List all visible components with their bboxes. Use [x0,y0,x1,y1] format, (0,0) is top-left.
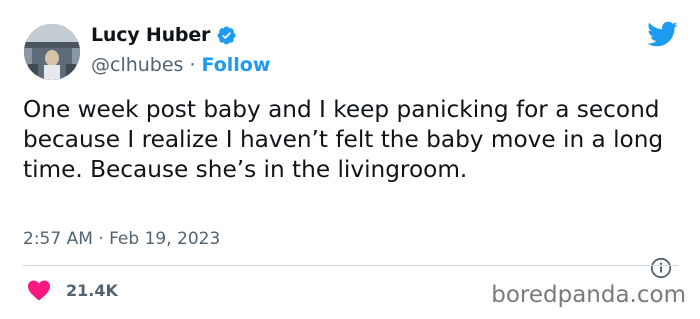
tweet-timestamp[interactable]: 2:57 AM · Feb 19, 2023 [23,229,220,249]
author-name-row: Lucy Huber [91,22,270,48]
tweet-author: Lucy Huber @clhubes · Follow [91,22,270,78]
divider [23,265,678,266]
separator-dot: · [189,54,196,76]
like-action[interactable]: 21.4K [27,279,118,301]
author-handle[interactable]: @clhubes [91,54,183,76]
twitter-bird-icon[interactable] [646,20,678,48]
avatar-image [24,24,80,80]
watermark: boredpanda.com [491,282,686,308]
author-handle-row: @clhubes · Follow [91,52,270,78]
avatar[interactable] [24,24,80,80]
verified-badge-icon [216,25,237,46]
author-display-name[interactable]: Lucy Huber [91,24,210,46]
heart-icon[interactable] [27,279,51,301]
tweet-text: One week post baby and I keep panicking … [23,96,664,183]
info-icon[interactable] [650,257,672,279]
like-count: 21.4K [66,280,118,300]
follow-button[interactable]: Follow [202,54,271,76]
tweet-card: Lucy Huber @clhubes · Follow One week po… [0,0,700,319]
